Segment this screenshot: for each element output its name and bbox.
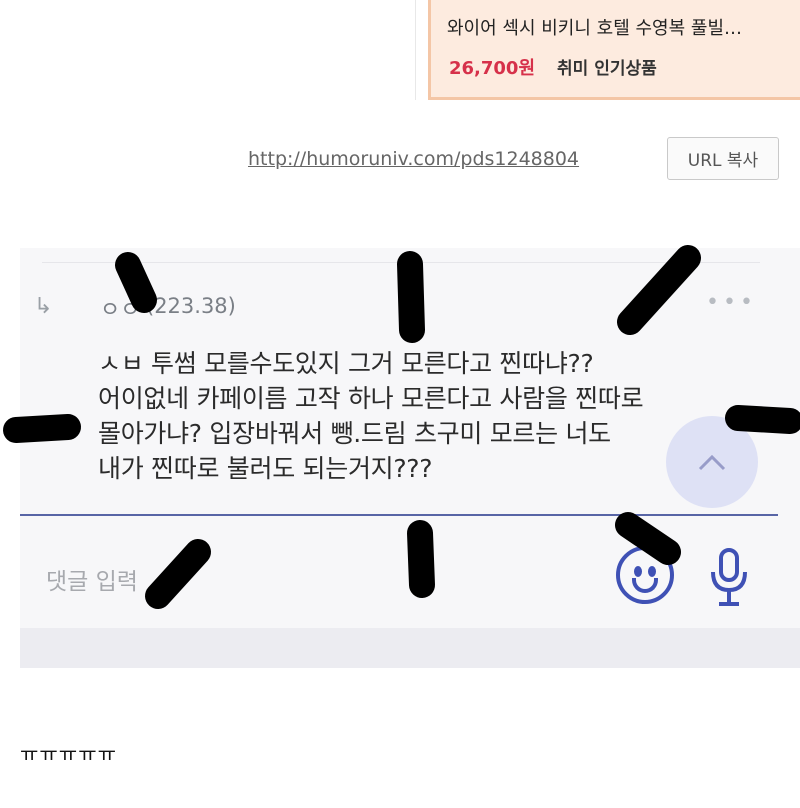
input-underline xyxy=(20,514,778,516)
comment-line: 몰아가냐? 입장바꿔서 뺑.드림 츠구미 모르는 너도 xyxy=(98,419,611,448)
chevron-up-icon xyxy=(666,416,758,508)
comment-body: ㅅㅂ 투썸 모를수도있지 그거 모른다고 찐따냐?? 어이없네 카페이름 고작 … xyxy=(98,346,758,486)
ad-category[interactable]: 취미 인기상품 xyxy=(557,54,657,79)
ad-title[interactable]: 와이어 섹시 비키니 호텔 수영복 풀빌… xyxy=(447,14,792,40)
comment-ip: (223.38) xyxy=(146,294,236,318)
smiley-icon xyxy=(616,546,674,604)
ad-price: 26,700원 xyxy=(449,58,536,79)
post-caption: ㅠㅠㅠㅠㅠ xyxy=(20,742,117,766)
separator xyxy=(42,262,760,263)
post-url-link[interactable]: http://humoruniv.com/pds1248804 xyxy=(248,148,579,170)
ad-meta: 26,700원 취미 인기상품 xyxy=(447,54,800,80)
embedded-screenshot: ↳ ㅇㅇ (223.38) ••• ㅅㅂ 투썸 모를수도있지 그거 모른다고 찐… xyxy=(20,248,800,668)
more-dots-icon: ••• xyxy=(706,290,757,315)
comment-input-placeholder: 댓글 입력 xyxy=(46,569,138,595)
url-copy-button[interactable]: URL 복사 xyxy=(667,137,779,180)
ad-banner[interactable]: 와이어 섹시 비키니 호텔 수영복 풀빌… 26,700원 취미 인기상품 xyxy=(428,0,800,100)
ad-divider xyxy=(415,0,416,100)
screenshot-footer xyxy=(20,628,800,668)
comment-line: 어이없네 카페이름 고작 하나 모른다고 사람을 찐따로 xyxy=(98,384,644,413)
comment-line: ㅅㅂ 투썸 모를수도있지 그거 모른다고 찐따냐?? xyxy=(98,349,594,378)
comment-line: 내가 찐따로 불러도 되는거지??? xyxy=(98,454,433,483)
microphone-icon xyxy=(711,548,747,606)
comment-author: ㅇㅇ xyxy=(100,298,141,323)
reply-arrow-icon: ↳ xyxy=(34,294,53,319)
